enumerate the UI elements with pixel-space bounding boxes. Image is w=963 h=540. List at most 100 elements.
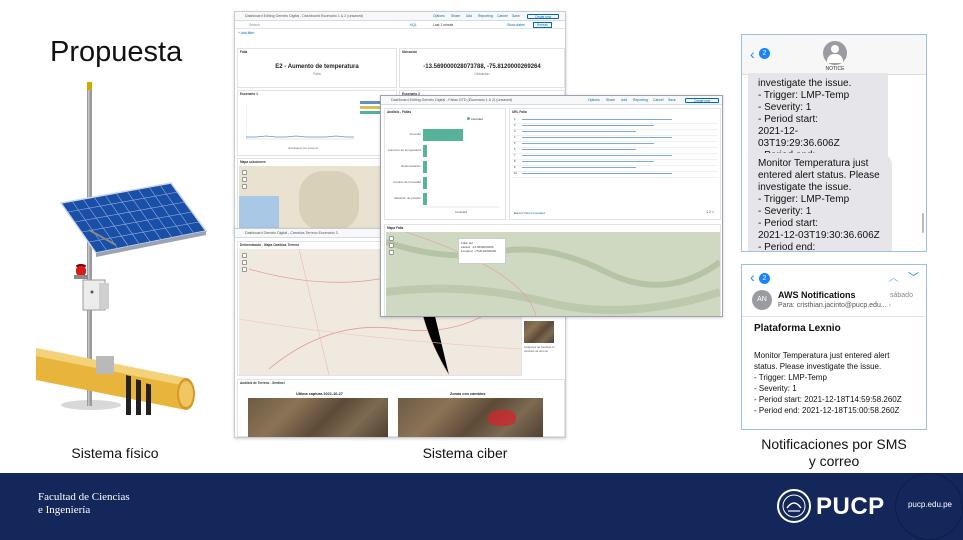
pagination[interactable]: 1 2 > [706,210,714,214]
menu-cancel[interactable]: Cancel [497,14,508,18]
previous-mail-icon[interactable]: ︿ [888,269,899,285]
refresh-button[interactable]: Refresh [533,22,553,28]
map-view[interactable] [239,166,396,232]
menu-options[interactable]: Options [588,98,600,102]
table-row[interactable]: 10 [512,172,718,178]
panel-title: Deforestación - Mapa Cambios Terreno [240,243,300,247]
url-link[interactable] [522,130,636,133]
menu-share[interactable]: Share [606,98,615,102]
legend-label: Cantidad [470,117,483,121]
row-number: 2 [514,124,516,127]
zoom-out-button[interactable] [242,177,247,182]
sms-screenshot: ‹ 2 NOTICE investigate the issue. - Trig… [741,34,927,252]
panel-sentinel: Análisis de Terreno - Sentinel Última ca… [237,379,565,437]
bar-category-label: Incendio [410,132,422,136]
contact-avatar-icon [823,41,847,65]
kql-toggle[interactable]: KQL [410,23,417,27]
row-number: 7 [514,154,516,157]
panel-title: Mapa Falla [387,226,404,230]
bar [423,193,427,205]
email-subject: Plataforma Lexnio [754,323,841,334]
body-line: - Period start: 2021-12-18T14:59:58.260Z [754,395,902,404]
back-chevron-icon[interactable]: ‹ [750,46,755,62]
bar [423,145,427,157]
zoom-in-button[interactable] [242,253,247,258]
falla-sub: Falla [313,72,321,76]
bar [423,161,427,173]
search-input[interactable]: Search [249,23,260,27]
solar-sensor-pole-illustration [36,82,208,415]
caption-cyber: Sistema ciber [422,445,508,461]
row-number: 6 [514,148,516,151]
fallas-bar-chart: Incendio Aumento de temperatura Desforesta… [388,129,499,214]
url-link[interactable] [522,136,672,139]
zoom-out-button[interactable] [242,260,247,265]
map-view[interactable]: Falla E2 Latitud -13.5690000280 Longitud… [386,232,720,316]
show-dates-link[interactable]: Show dates [507,23,525,27]
menu-reporting[interactable]: Reporting [478,14,493,18]
zoom-out-button[interactable] [389,243,394,248]
menu-add[interactable]: Add [466,14,472,18]
tooltip-key: Longitud [461,249,473,253]
panel-map-falla: Mapa Falla Falla E2 Latitud -13.56900002… [384,224,721,316]
zoom-in-button[interactable] [242,170,247,175]
export-formatted-link[interactable]: Formatted [531,211,545,215]
sat-left-title: Última captura 2021-10-27 [296,392,343,396]
add-filter-link[interactable]: + Add filter [238,31,254,35]
create-new-button[interactable]: Create new [527,14,559,19]
panel-falla: Falla E2 - Aumento de temperatura Falla [237,48,397,88]
zoom-in-button[interactable] [389,236,394,241]
export-row: Export: Raw Formatted [514,211,545,215]
row-number: 1 [514,118,516,121]
panel-title: Ubicación [402,50,418,54]
body-line: - Trigger: LMP-Temp [754,373,827,382]
url-link[interactable] [522,142,654,145]
url-text[interactable]: pucp.edu.pe [899,500,961,509]
email-body: Monitor Temperatura just entered alert s… [754,350,902,416]
ubicacion-sub: Ubicación [474,72,490,76]
menu-share[interactable]: Share [451,14,460,18]
image-preview: Imágenes de Sentinel-2 / cambios de terr… [524,321,564,369]
row-number: 4 [514,136,516,139]
terrain-shading [386,232,720,316]
menu-save[interactable]: Save [512,14,520,18]
panel-title: Análisis de Terreno - Sentinel [240,381,285,385]
back-chevron-icon[interactable]: ‹ [750,269,755,285]
url-link[interactable] [522,172,672,175]
panel-title: Mapa soluciones [240,160,266,164]
url-link[interactable] [522,148,636,151]
time-range[interactable]: Last 1 minute [433,23,453,27]
kibana-header: Dashboard Editing Gemelo Digital - Falla… [381,96,722,105]
solar-panel [59,182,208,257]
recipient-row: Para: cristhian.jacinto@pucp.edu... › [778,302,891,309]
menu-save[interactable]: Save [668,98,676,102]
draw-tool-button[interactable] [242,267,247,272]
pucp-brand: PUCP [816,493,885,520]
bar-category-label: Variación de presión [394,196,421,200]
next-mail-icon[interactable]: ﹀ [908,269,919,285]
url-link[interactable] [522,154,672,157]
export-raw-link[interactable]: Raw [524,211,530,215]
url-link[interactable] [522,124,654,127]
menu-options[interactable]: Options [433,14,445,18]
body-line: - Severity: 1 [754,384,797,393]
footer-bar: Facultad de Ciencias e Ingeniería PUCP [0,473,963,540]
panel-analisis-fallas: Análisis - Fallas Cantidad Incendio Aumen… [384,108,506,220]
x-axis-label: timestamp per second [288,146,318,150]
draw-tool-button[interactable] [389,250,394,255]
unread-badge: 2 [759,273,770,284]
scrollbar[interactable] [922,213,924,233]
ubicacion-value: -13.569000028073788, -75.8120000269264 [423,64,541,70]
url-link[interactable] [522,166,636,169]
menu-reporting[interactable]: Reporting [633,98,648,102]
url-link[interactable] [522,118,672,121]
menu-add[interactable]: Add [621,98,627,102]
alarm-siren-icon [74,264,88,279]
sms-header: ‹ 2 NOTICE [742,35,926,75]
menu-cancel[interactable]: Cancel [653,98,664,102]
create-new-button[interactable]: Create new [685,98,719,103]
draw-tool-button[interactable] [242,184,247,189]
breadcrumb: Dashboard Gemelo Digital - Cambios Terre… [245,231,338,235]
url-link[interactable] [522,160,654,163]
panel-url-falla: URL Falla 1 2 3 4 5 6 7 8 9 10 Export: Raw Format… [509,108,721,220]
